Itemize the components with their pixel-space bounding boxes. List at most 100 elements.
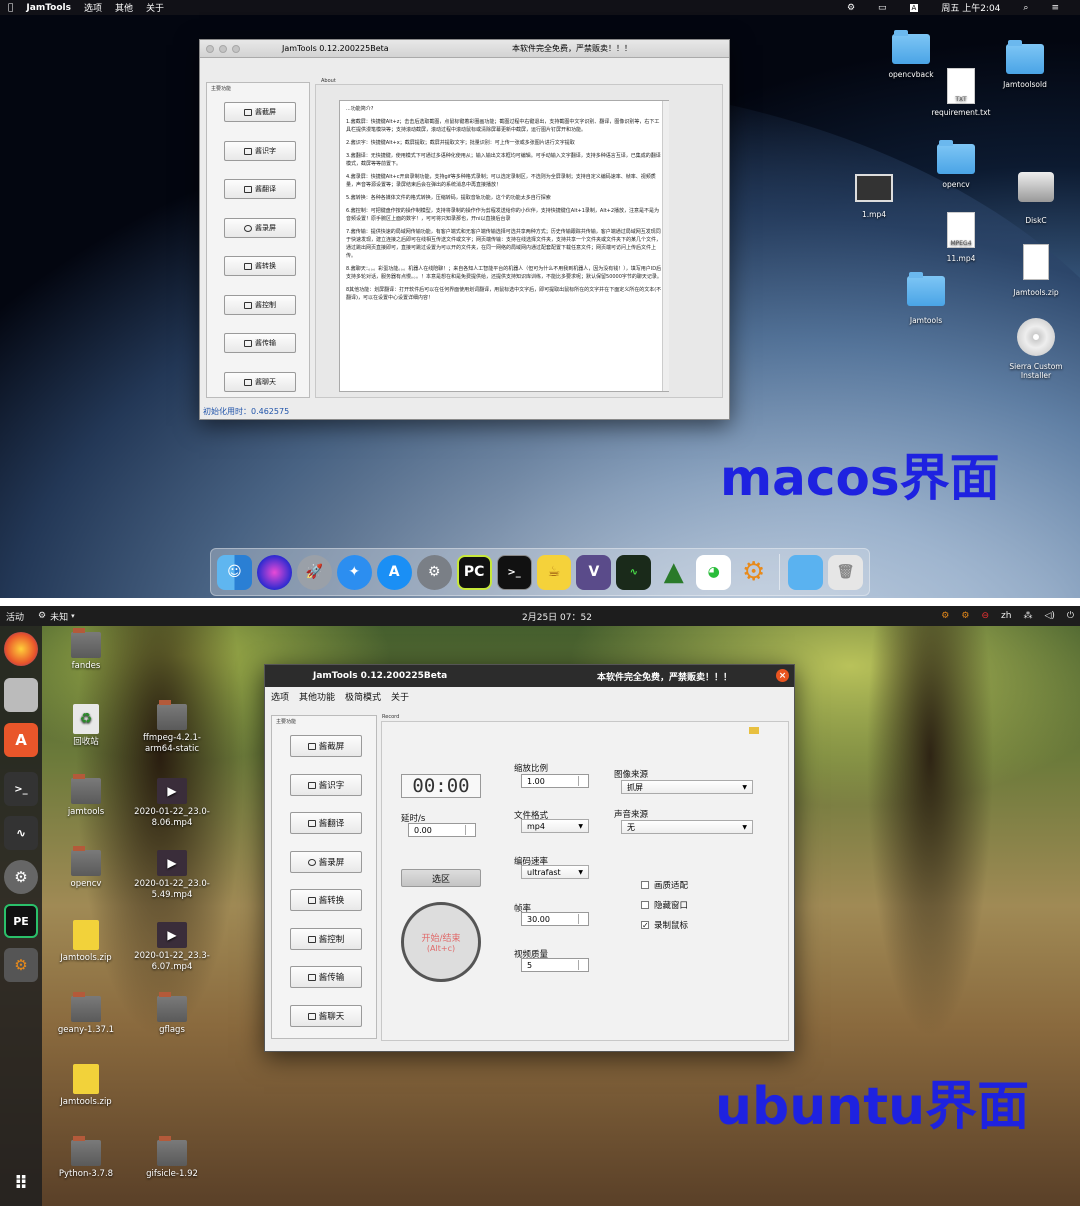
jamtools-icon[interactable]: ⚙ [736,555,771,590]
desktop-zip-jamtools-2[interactable]: Jamtools.zip [46,1064,126,1108]
about-text[interactable]: ...功能简介? 1.酱截屏：快捷键Alt+z；击击后选取截图，点鼠标键着彩圈画… [339,100,669,392]
control-button[interactable]: 酱控制 [290,928,362,950]
jamtools-tray-icon[interactable]: ⚙ [847,3,855,13]
scale-spinbox[interactable]: 1.00 [521,774,589,788]
triangle-app-icon[interactable]: ▲ [656,555,691,590]
jamtools-icon[interactable]: ⚙ [4,948,38,982]
power-icon[interactable]: ⏻ [1067,611,1074,621]
quality-adapt-checkbox[interactable]: 画质适配 [641,879,688,891]
control-button[interactable]: 酱控制 [224,295,296,315]
window-titlebar[interactable]: JamTools 0.12.200225Beta 本软件完全免费，严禁贩卖！！！ [200,40,729,58]
desktop-folder-geany[interactable]: geany-1.37.1 [46,992,126,1036]
start-stop-button[interactable]: 开始/结束 (Alt+c) [401,902,481,982]
desktop-folder-gflags[interactable]: gflags [132,992,212,1036]
menu-about[interactable]: 关于 [146,1,164,14]
desktop-folder-gifsicle[interactable]: gifsicle-1.92 [132,1136,212,1180]
airplay-icon[interactable]: ▭ [878,3,887,13]
menu-about[interactable]: 关于 [391,690,409,703]
activities-button[interactable]: 活动 [6,610,24,623]
record-screen-button[interactable]: 酱录屏 [290,851,362,873]
files-icon[interactable] [4,678,38,712]
network-icon[interactable]: ⁂ [1023,611,1032,621]
record-mouse-checkbox[interactable]: ✓ 录制鼠标 [641,919,688,931]
close-button[interactable] [206,44,214,53]
clock[interactable]: 2月25日 07：52 [522,610,592,623]
menu-options[interactable]: 选项 [271,690,289,703]
system-preferences-icon[interactable]: ⚙ [416,554,452,590]
desktop-zip-jamtools[interactable]: Jamtools.zip [46,920,126,964]
select-region-button[interactable]: 选区 [401,869,481,887]
desktop-video-1[interactable]: ▶ 2020-01-22_23.0-8.06.mp4 [132,778,212,829]
format-select[interactable]: mp4 ▼ [521,819,589,833]
spin-arrows-icon[interactable] [578,776,587,786]
desktop-folder-jamtools[interactable]: jamtools [46,774,126,818]
desktop-folder-python[interactable]: Python-3.7.8 [46,1136,126,1180]
volume-icon[interactable]: ◁) [1044,611,1054,621]
spin-arrows-icon[interactable] [578,960,587,970]
hide-window-checkbox[interactable]: 隐藏窗口 [641,899,688,911]
activity-monitor-icon[interactable]: ∿ [616,554,652,590]
apple-icon[interactable]:  [8,3,13,13]
window-titlebar[interactable]: JamTools 0.12.200225Beta 本软件完全免费，严禁贩卖！！！… [265,665,794,687]
translate-button[interactable]: 酱翻译 [290,812,362,834]
launchpad-icon[interactable]: 🚀 [296,554,332,590]
vim-icon[interactable]: V [576,554,612,590]
desktop-folder-fandes[interactable]: fandes [46,628,126,672]
record-screen-button[interactable]: 酱录屏 [224,218,296,238]
convert-button[interactable]: 酱转换 [290,889,362,911]
desktop-disk-diskc[interactable]: DiskC [996,172,1076,225]
finder-icon[interactable]: ☺ [217,554,252,590]
minimize-button[interactable] [219,44,227,53]
app-store-icon[interactable]: A [376,554,412,590]
desktop-folder-jamtools[interactable]: Jamtools [886,272,966,325]
desktop-zip-jamtools[interactable]: Jamtools.zip [996,244,1076,297]
folder-icon[interactable] [788,554,824,590]
transfer-button[interactable]: 酱传输 [224,333,296,353]
app-menu[interactable]: 未知 [50,610,68,623]
desktop-folder-opencv[interactable]: opencv [46,846,126,890]
transfer-button[interactable]: 酱传输 [290,966,362,988]
image-source-select[interactable]: 抓屏 ▼ [621,780,753,794]
audio-source-select[interactable]: 无 ▼ [621,820,753,834]
menubar-app-name[interactable]: JamTools [26,3,71,13]
system-monitor-icon[interactable]: ∿ [4,816,38,850]
screenshot-button[interactable]: 酱截屏 [224,102,296,122]
close-button[interactable]: × [776,669,789,682]
trash-icon[interactable]: 🗑 [828,554,863,590]
software-center-icon[interactable]: A [4,723,38,757]
convert-button[interactable]: 酱转换 [224,256,296,276]
screenshot-button[interactable]: 酱截屏 [290,735,362,757]
desktop-video-1mp4[interactable]: 1.mp4 [834,174,914,219]
language-indicator[interactable]: zh [1001,611,1011,621]
terminal-icon[interactable]: >_ [4,772,38,806]
ocr-button[interactable]: 酱识字 [290,774,362,796]
menu-options[interactable]: 选项 [84,1,102,14]
desktop-video-3[interactable]: ▶ 2020-01-22_23.3-6.07.mp4 [132,922,212,973]
input-source-icon[interactable]: A [909,3,919,12]
wechat-icon[interactable]: ◕ [696,554,732,590]
terminal-icon[interactable]: >_ [496,554,532,590]
jamtools-tray-icon[interactable]: ⚙ [941,611,949,621]
menu-minimal-mode[interactable]: 极简模式 [345,690,381,703]
encode-speed-select[interactable]: ultrafast ▼ [521,865,589,879]
checkbox-box[interactable] [641,901,649,909]
firefox-icon[interactable] [4,632,38,666]
safari-icon[interactable]: ✦ [336,554,372,590]
menu-other-functions[interactable]: 其他功能 [299,690,335,703]
spin-arrows-icon[interactable] [465,825,474,835]
desktop-video-2[interactable]: ▶ 2020-01-22_23.0-5.49.mp4 [132,850,212,901]
zoom-button[interactable] [232,44,240,53]
fps-spinbox[interactable]: 30.00 [521,912,589,926]
desktop-file-requirement[interactable]: TXT requirement.txt [921,68,1001,117]
desktop-folder-opencv[interactable]: opencv [916,140,996,189]
notification-center-icon[interactable]: ≡ [1051,3,1059,13]
pycharm-icon[interactable]: PE [4,904,38,938]
siri-icon[interactable] [256,554,292,590]
spin-arrows-icon[interactable] [578,914,587,924]
desktop-recycle-bin[interactable]: ♻ 回收站 [46,704,126,748]
menu-other[interactable]: 其他 [115,1,133,14]
ocr-button[interactable]: 酱识字 [224,141,296,161]
desktop-dvd-sierra[interactable]: Sierra Custom Installer [996,318,1076,380]
delay-spinbox[interactable]: 0.00 [408,823,476,837]
spotlight-icon[interactable]: ⌕ [1023,3,1028,13]
